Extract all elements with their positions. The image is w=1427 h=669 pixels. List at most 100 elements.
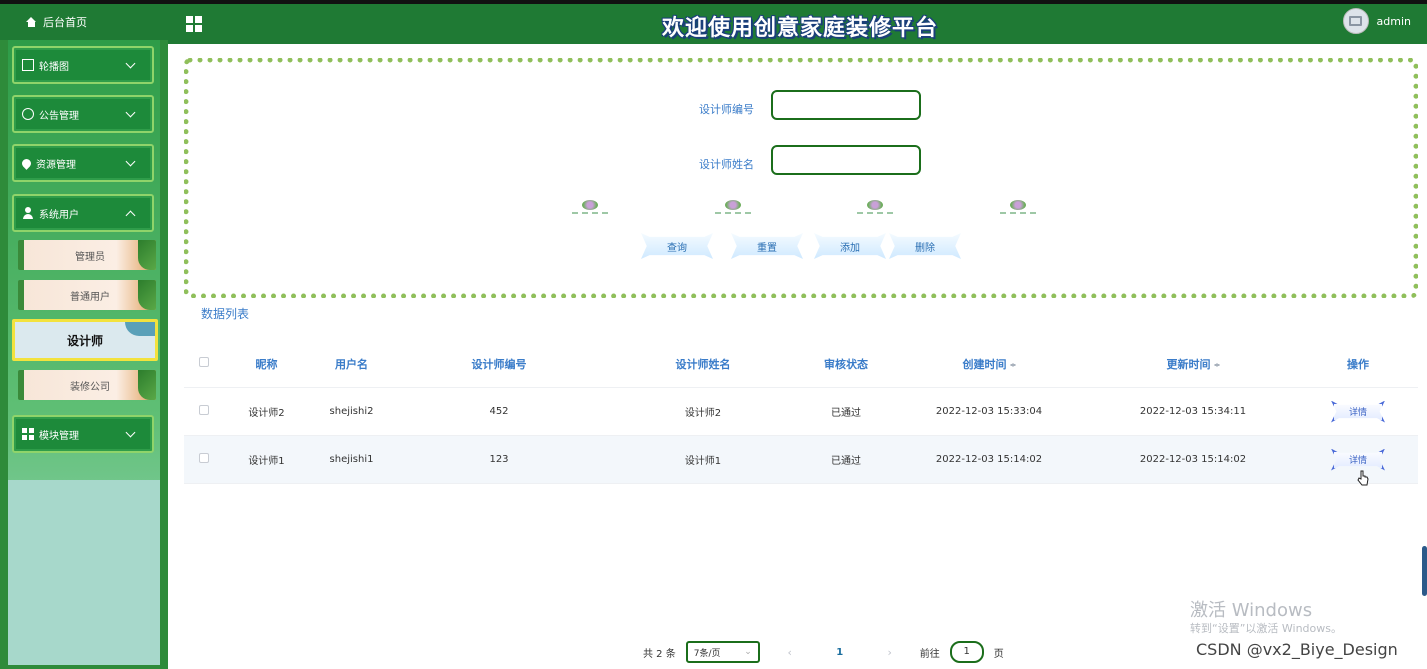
sort-icon[interactable] (1009, 360, 1016, 370)
sidebar-item-resources[interactable]: 资源管理 (12, 144, 154, 182)
delete-button[interactable]: 删除 (889, 233, 961, 259)
sidebar-subitem-company[interactable]: 装修公司 (18, 370, 156, 400)
cell-designer-no: 452 (489, 406, 509, 417)
column-header: 用户名 (335, 357, 368, 371)
row-checkbox[interactable] (199, 453, 209, 463)
detail-button[interactable]: 详情 (1331, 448, 1385, 471)
image-icon (22, 59, 34, 71)
mouse-cursor-icon (1357, 470, 1369, 486)
cell-status: 已通过 (831, 408, 861, 419)
subitem-label: 普通用户 (70, 291, 110, 303)
chevron-down-icon (125, 107, 136, 118)
table-row: 设计师2 shejishi2 452 设计师2 已通过 2022-12-03 1… (184, 388, 1418, 436)
column-header-label: 更新时间 (1166, 357, 1211, 371)
leaf-decoration (138, 280, 156, 310)
activation-watermark: 激活 Windows (1190, 600, 1313, 621)
chevron-down-icon: ⌄ (744, 647, 752, 657)
sidebar-subitem-users[interactable]: 普通用户 (18, 280, 156, 310)
subitem-label: 管理员 (75, 251, 105, 263)
goto-page-input[interactable]: 1 (949, 641, 984, 663)
image-placeholder-icon (1349, 16, 1363, 26)
user-menu[interactable]: admin (1342, 8, 1411, 34)
chevron-down-icon (125, 58, 136, 69)
sidebar-item-notice[interactable]: 公告管理 (12, 95, 154, 133)
top-header: 后台首页 欢迎使用创意家庭装修平台 admin (0, 0, 1427, 44)
designer-name-label: 设计师姓名 (699, 158, 754, 171)
leaf-decoration (138, 240, 156, 270)
cell-nickname: 设计师2 (248, 408, 285, 419)
goto-suffix: 页 (993, 648, 1004, 660)
prev-page-button[interactable]: ‹ (770, 646, 810, 659)
leaf-decoration (125, 322, 155, 336)
sidebar-item-system-users[interactable]: 系统用户 (12, 194, 154, 232)
column-header: 设计师姓名 (675, 357, 731, 371)
column-header-label: 创建时间 (962, 357, 1007, 371)
sidebar-item-label: 系统用户 (39, 209, 79, 221)
flower-decoration (519, 198, 1089, 214)
sidebar-item-label: 轮播图 (39, 61, 69, 73)
reset-button[interactable]: 重置 (731, 233, 803, 259)
activation-hint: 转到“设置”以激活 Windows。 (1190, 622, 1342, 635)
select-all-cell[interactable] (184, 357, 224, 370)
query-button[interactable]: 查询 (641, 233, 713, 259)
pagination: 共 2 条 7条/页 ⌄ ‹ 1 › 前往 1 页 (643, 641, 1004, 663)
designer-no-label: 设计师编号 (699, 103, 754, 116)
sidebar-item-carousel[interactable]: 轮播图 (12, 46, 154, 84)
sidebar-item-label: 公告管理 (39, 110, 79, 122)
cell-designer-name: 设计师2 (684, 408, 722, 419)
cell-designer-no: 123 (489, 454, 509, 465)
select-all-checkbox[interactable] (199, 357, 209, 367)
chevron-down-icon (125, 156, 136, 167)
cell-updated: 2022-12-03 15:14:02 (1139, 454, 1247, 465)
cell-nickname: 设计师1 (248, 456, 285, 467)
page-size-value: 7条/页 (693, 648, 721, 659)
subitem-label: 设计师 (66, 333, 103, 348)
cell-designer-name: 设计师1 (684, 456, 722, 467)
table-row: 设计师1 shejishi1 123 设计师1 已通过 2022-12-03 1… (184, 436, 1418, 484)
location-icon (20, 156, 33, 170)
column-header: 操作 (1347, 357, 1369, 371)
chevron-down-icon (125, 427, 136, 438)
goto-prefix: 前往 (919, 648, 940, 660)
grid-icon (22, 428, 34, 440)
chevron-up-icon (125, 210, 136, 221)
credit-watermark: CSDN @vx2_Biye_Design (1196, 640, 1398, 659)
cell-username: shejishi1 (329, 454, 374, 465)
sidebar-item-modules[interactable]: 模块管理 (12, 415, 154, 453)
username: admin (1376, 14, 1411, 28)
column-header: 昵称 (255, 357, 278, 371)
list-title: 数据列表 (201, 307, 250, 321)
total-count: 共 2 条 (643, 648, 676, 660)
page-size-select[interactable]: 7条/页 ⌄ (685, 641, 760, 663)
sidebar-subitem-admin[interactable]: 管理员 (18, 240, 156, 270)
column-header-sortable[interactable]: 创建时间 (890, 356, 1088, 372)
column-header-sortable[interactable]: 更新时间 (1088, 356, 1298, 372)
column-header: 审核状态 (824, 357, 868, 371)
cell-updated: 2022-12-03 15:34:11 (1139, 406, 1247, 417)
leaf-decoration (138, 370, 156, 400)
sidebar-item-label: 资源管理 (36, 159, 76, 171)
table-header: 昵称 用户名 设计师编号 设计师姓名 审核状态 创建时间 更新时间 操作 (184, 340, 1418, 388)
cell-created: 2022-12-03 15:33:04 (935, 406, 1043, 417)
column-header: 设计师编号 (471, 357, 527, 371)
row-checkbox[interactable] (199, 405, 209, 415)
cell-created: 2022-12-03 15:14:02 (935, 454, 1043, 465)
page-number[interactable]: 1 (820, 647, 860, 658)
next-page-button[interactable]: › (870, 646, 910, 659)
add-button[interactable]: 添加 (814, 233, 886, 259)
sidebar-decoration (8, 480, 160, 665)
designer-name-input[interactable] (771, 145, 921, 175)
cell-username: shejishi2 (329, 406, 374, 417)
sidebar-subitem-designer[interactable]: 设计师 (12, 319, 158, 361)
user-icon (22, 207, 34, 219)
avatar[interactable] (1342, 8, 1369, 34)
cell-status: 已通过 (831, 456, 861, 467)
sidebar: 轮播图 公告管理 资源管理 系统用户 管理员 普通用户 设计师 装修公司 模块管… (0, 40, 168, 669)
designer-no-input[interactable] (771, 90, 921, 120)
scrollbar[interactable] (1422, 546, 1427, 596)
detail-button[interactable]: 详情 (1331, 400, 1385, 423)
sidebar-item-label: 模块管理 (39, 430, 79, 442)
sort-icon[interactable] (1213, 360, 1220, 370)
data-table: 昵称 用户名 设计师编号 设计师姓名 审核状态 创建时间 更新时间 操作 设计师… (184, 340, 1418, 484)
site-title: 欢迎使用创意家庭装修平台 (661, 16, 938, 41)
